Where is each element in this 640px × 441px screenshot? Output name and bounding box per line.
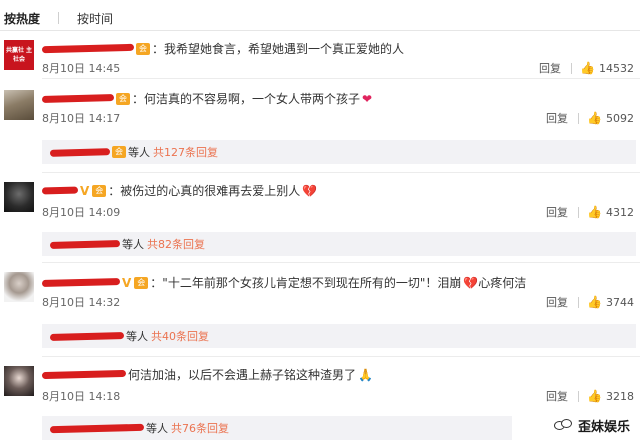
broken-heart-emoji-icon: 💔 (302, 183, 318, 198)
comment-text: ："十二年前那个女孩儿肯定想不到现在所有的一切"！泪崩 (150, 276, 462, 290)
reply-count-link[interactable]: 共40条回复 (151, 328, 209, 344)
member-badge-icon: 会 (92, 184, 107, 197)
redacted-username (41, 43, 135, 54)
reply-button[interactable]: 回复 (539, 60, 561, 76)
tab-divider (58, 12, 60, 24)
redacted-username (49, 331, 125, 341)
like-icon[interactable]: 👍 (587, 295, 602, 309)
broken-heart-emoji-icon: 💔 (463, 275, 479, 290)
reply-summary[interactable]: 等人 共82条回复 (42, 232, 636, 256)
member-badge-icon: 会 (112, 146, 126, 158)
comment-actions: 回复 👍 4312 (546, 204, 634, 220)
row-divider (42, 172, 640, 173)
action-divider (571, 62, 573, 74)
avatar[interactable] (4, 182, 34, 212)
comment-actions: 回复 👍 5092 (546, 110, 634, 126)
row-divider (42, 356, 640, 357)
like-count: 5092 (606, 111, 634, 125)
like-icon[interactable]: 👍 (580, 61, 595, 75)
redacted-username (41, 186, 79, 195)
comment-text-after: 心疼何洁 (478, 276, 527, 290)
avatar[interactable] (4, 366, 34, 396)
reply-summary-suffix: 等人 (146, 422, 168, 435)
redacted-username (49, 147, 111, 157)
wechat-icon (553, 418, 572, 433)
like-icon[interactable]: 👍 (587, 111, 602, 125)
reply-summary[interactable]: 会 等人 共127条回复 (42, 140, 636, 164)
row-divider (42, 78, 640, 79)
watermark-text: 歪妹娱乐 (577, 420, 630, 435)
reply-count-link[interactable]: 共82条回复 (147, 236, 205, 252)
comment-text: 何洁加油，以后不会遇上赫子铭这种渣男了 (128, 368, 357, 382)
action-divider (578, 112, 580, 124)
verified-v-icon: V (80, 183, 90, 198)
reply-button[interactable]: 回复 (546, 388, 568, 404)
avatar[interactable] (4, 272, 34, 302)
redacted-username (49, 239, 121, 249)
comment-time: 8月10日 14:18 (42, 390, 121, 403)
reply-summary-suffix: 等人 (122, 238, 144, 251)
action-divider (578, 206, 580, 218)
tab-by-hot[interactable]: 按热度 (0, 10, 44, 27)
comment-actions: 回复 👍 3218 (546, 388, 634, 404)
action-divider (578, 296, 580, 308)
like-count: 14532 (599, 61, 634, 75)
reply-button[interactable]: 回复 (546, 294, 568, 310)
tab-rule (0, 30, 640, 31)
reply-summary-suffix: 等人 (128, 146, 150, 159)
watermark: 歪妹娱乐 (553, 416, 630, 435)
reply-count-link[interactable]: 共127条回复 (153, 144, 218, 160)
comment-text: ：我希望她食言，希望她遇到一个真正爱她的人 (152, 42, 405, 56)
comment-time: 8月10日 14:32 (42, 296, 121, 309)
redacted-username (41, 94, 115, 103)
tab-by-time[interactable]: 按时间 (73, 10, 117, 27)
reply-summary[interactable]: 等人 共40条回复 (42, 324, 636, 348)
reply-summary[interactable]: 等人 共76条回复 (42, 416, 512, 440)
member-badge-icon: 会 (116, 92, 130, 105)
reply-button[interactable]: 回复 (546, 204, 568, 220)
comment-time: 8月10日 14:17 (42, 112, 121, 125)
comment-text: ：被伤过的心真的很难再去爱上别人 (108, 184, 301, 198)
row-divider (42, 262, 640, 263)
verified-v-icon: V (122, 275, 132, 290)
member-badge-icon: 会 (136, 42, 150, 55)
comment-actions: 回复 👍 14532 (539, 60, 634, 76)
reply-button[interactable]: 回复 (546, 110, 568, 126)
redacted-username (41, 277, 121, 288)
like-count: 3218 (606, 389, 634, 403)
like-count: 4312 (606, 205, 634, 219)
heart-emoji-icon: ❤ (362, 91, 373, 106)
like-icon[interactable]: 👍 (587, 205, 602, 219)
member-badge-icon: 会 (134, 276, 149, 289)
reply-summary-suffix: 等人 (126, 330, 148, 343)
avatar[interactable] (4, 90, 34, 120)
pray-emoji-icon: 🙏 (358, 367, 373, 382)
reply-count-link[interactable]: 共76条回复 (171, 420, 229, 436)
avatar[interactable]: 共赢社 主社会 (4, 40, 34, 70)
like-icon[interactable]: 👍 (587, 389, 602, 403)
comment-text: ：何洁真的不容易啊，一个女人带两个孩子 (132, 92, 361, 106)
like-count: 3744 (606, 295, 634, 309)
sort-tabs: 按热度 按时间 (0, 8, 117, 28)
comment-time: 8月10日 14:09 (42, 206, 121, 219)
comment-time: 8月10日 14:45 (42, 62, 121, 75)
redacted-username (49, 423, 145, 433)
action-divider (578, 390, 580, 402)
redacted-username (41, 369, 127, 380)
comment-actions: 回复 👍 3744 (546, 294, 634, 310)
